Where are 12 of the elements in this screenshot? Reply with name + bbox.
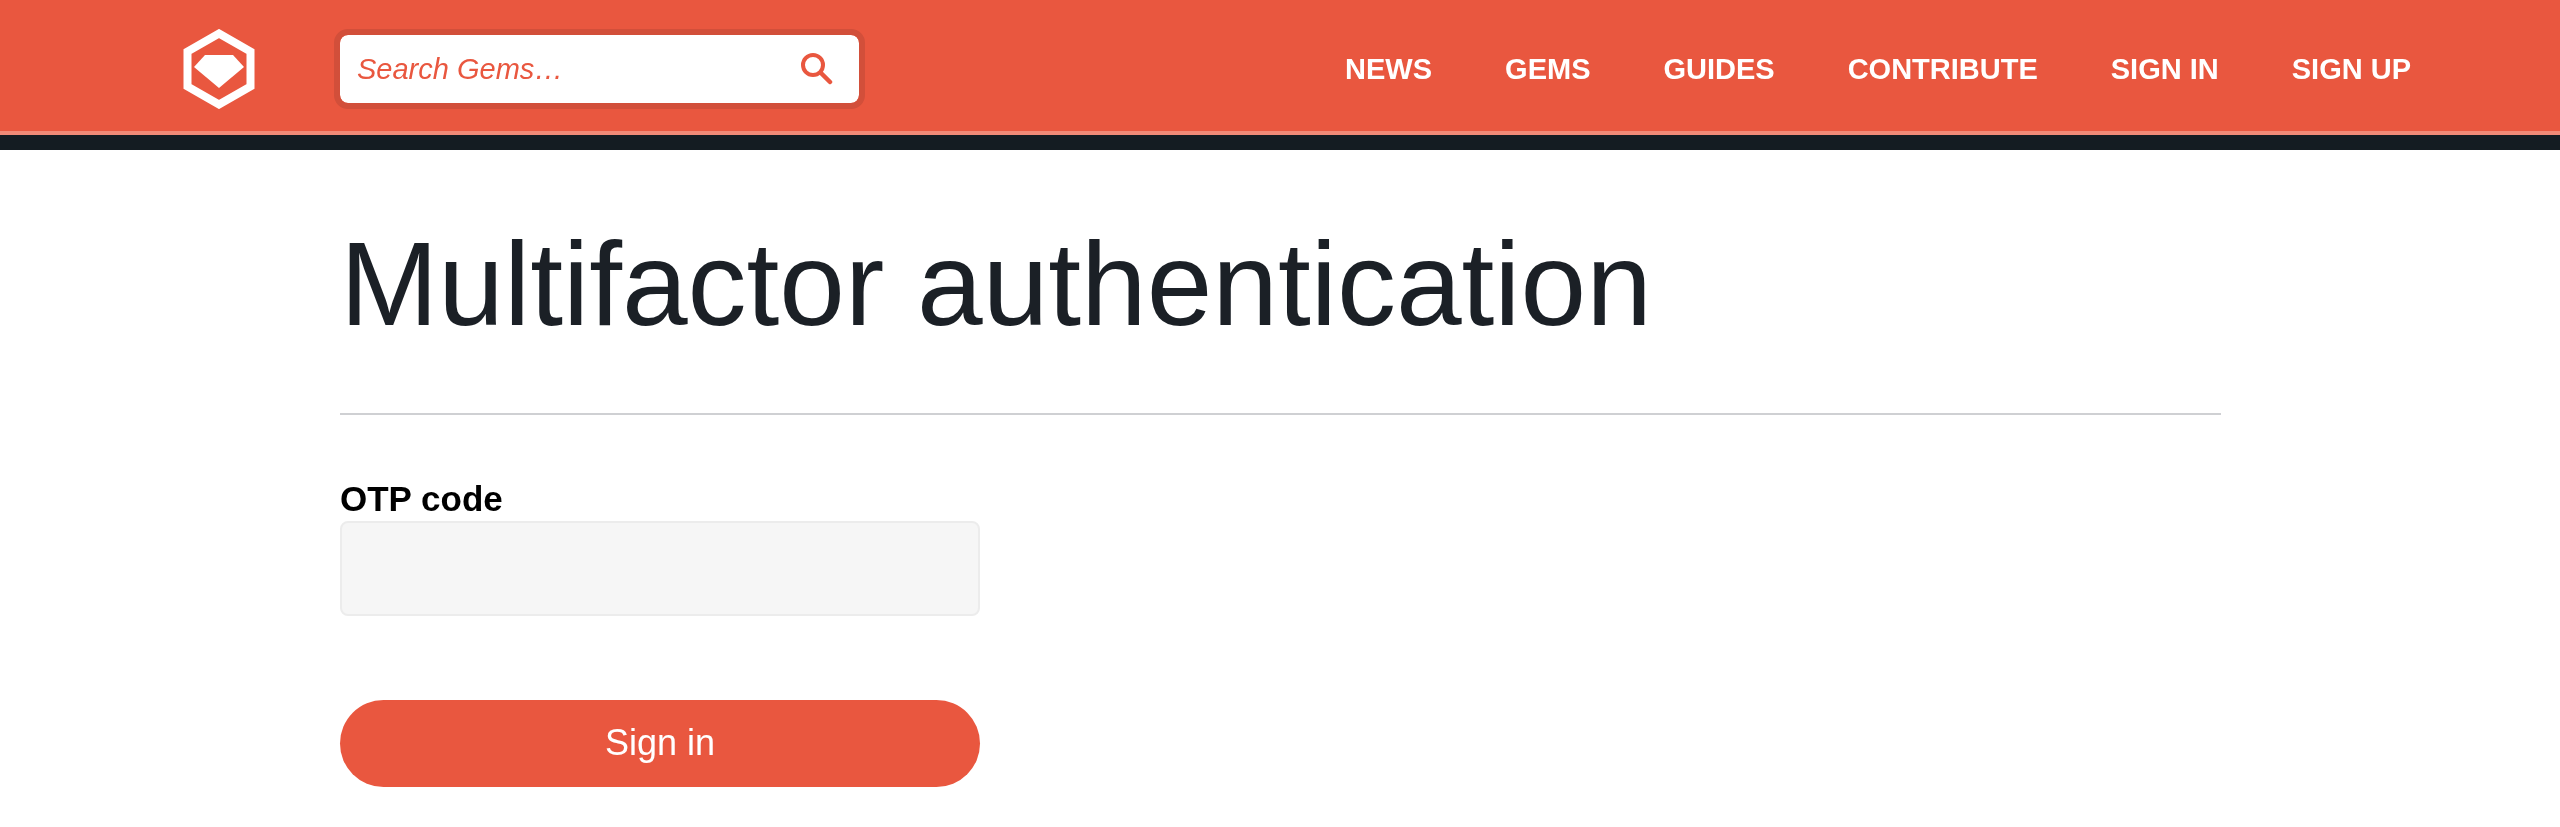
search-field[interactable]: Search Gems… bbox=[334, 29, 865, 109]
search-icon[interactable] bbox=[800, 52, 833, 85]
sign-in-button[interactable]: Sign in bbox=[340, 699, 980, 787]
gem-logo-icon[interactable] bbox=[183, 29, 255, 109]
nav-link[interactable]: SIGN IN bbox=[2110, 51, 2219, 87]
page-title: Multifactor authentication bbox=[340, 217, 1652, 352]
nav-link[interactable]: CONTRIBUTE bbox=[1847, 51, 2038, 87]
nav-link[interactable]: SIGN UP bbox=[2291, 51, 2411, 87]
field-label: OTP code bbox=[340, 477, 503, 519]
nav-link[interactable]: NEWS bbox=[1345, 51, 1433, 87]
nav-link[interactable]: GEMS bbox=[1505, 51, 1591, 87]
nav-link[interactable]: GUIDES bbox=[1663, 51, 1775, 87]
